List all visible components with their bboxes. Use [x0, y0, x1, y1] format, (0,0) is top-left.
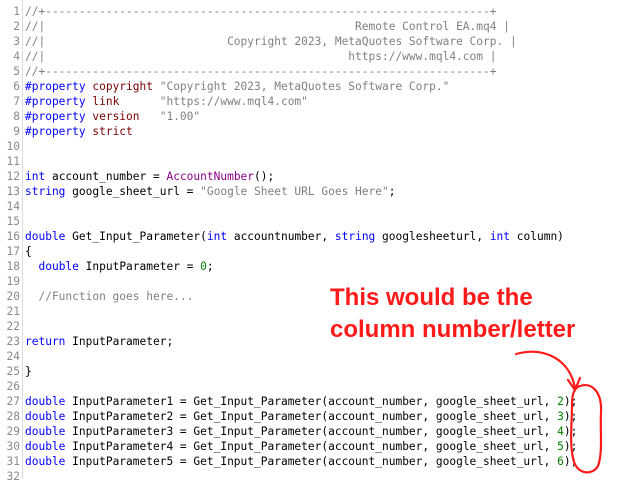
- annotation-callout: This would be the column number/letter: [330, 282, 620, 346]
- annotation-arrow: [514, 350, 577, 390]
- annotation-marks: [514, 350, 603, 474]
- annotation-line-1: This would be the: [330, 284, 533, 311]
- annotation-circle: [570, 384, 603, 474]
- annotation-line-2: column number/letter: [330, 316, 576, 343]
